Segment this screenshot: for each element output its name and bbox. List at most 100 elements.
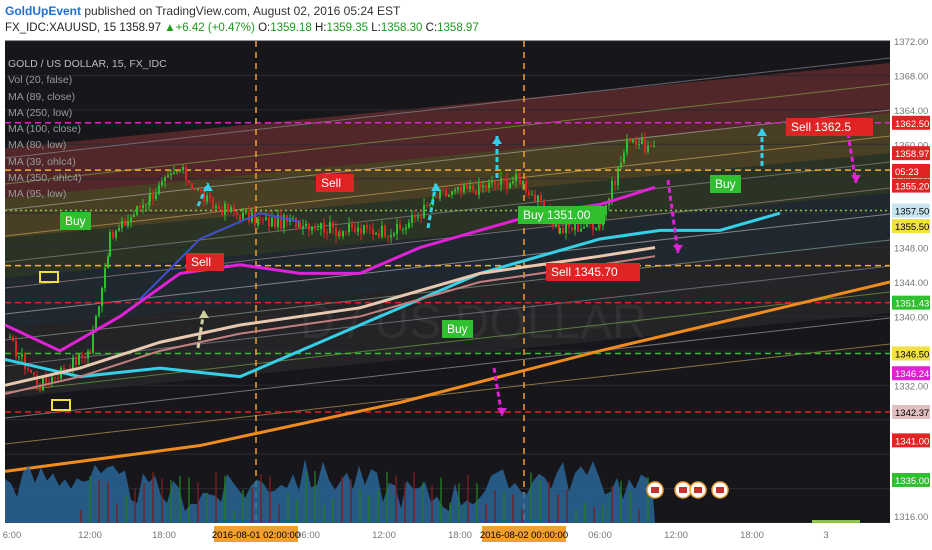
candle-body [475,190,477,195]
candle-body [448,194,450,197]
candle-body [98,306,100,316]
candle-body [408,222,410,228]
candle-body [188,180,190,184]
candle-body [426,204,428,206]
candle-body [562,227,564,234]
annotation-label: Sell 1345.70 [551,265,618,279]
candle-body [167,175,169,178]
candle-body [308,223,310,231]
candle-body [115,230,117,238]
candle-body [354,227,356,232]
candle-body [30,369,32,373]
close-label: C: [425,22,438,34]
candle-body [145,204,147,206]
candle-body [396,223,398,234]
candle-body [653,145,655,147]
candle-body [472,185,474,191]
candle-body [531,194,533,196]
candle-body [21,353,23,357]
candle-body [414,215,416,218]
price-label: 1355.50 [895,222,929,233]
candle-body [332,221,334,228]
candle-body [239,214,241,221]
candle-body [650,145,652,147]
candle-body [179,170,181,172]
candle-body [12,336,14,341]
low-value: 1358.30 [380,22,423,34]
candle-body [360,227,362,234]
candle-body [170,173,172,176]
legend-item: MA (95, low) [8,188,67,201]
candle-body [525,180,527,192]
candle-body [555,223,557,227]
candle-body [314,227,316,230]
candle-body [580,228,582,232]
candle-body [454,189,456,192]
candle-body [512,181,514,184]
candle-body [245,212,247,214]
y-tick-label: 1372.00 [894,38,928,48]
last-price: 1358.97 [119,22,161,34]
candle-body [230,207,232,213]
candle-body [638,144,640,146]
candle-body [451,191,453,195]
candle-body [311,227,313,231]
candle-body [139,205,141,209]
candle-body [497,184,499,186]
y-tick-label: 1332.00 [894,381,928,392]
candle-body [592,223,594,230]
price-label: 1346.24 [895,369,929,380]
candle-body [182,167,184,171]
candle-body [33,372,35,376]
candle-body [635,139,637,145]
price-label: 1357.50 [895,207,929,218]
candle-body [104,268,106,289]
candle-body [24,353,26,369]
candle-body [417,216,419,218]
price-label: 1351.43 [895,299,929,310]
price-label: 1362.50 [895,119,929,130]
x-tick-label: 12:00 [78,530,102,541]
candle-body [317,229,319,231]
candle-body [614,180,616,186]
price-label: 05:23 [895,167,919,178]
candle-body [9,336,11,338]
candle-body [457,187,459,190]
y-tick-label: 1316.00 [894,512,928,523]
x-tick-label: 3 [823,530,828,541]
candle-body [268,217,270,227]
legend-item: MA (89, close) [8,90,76,103]
volume-bar [314,471,316,532]
candle-body [500,178,502,185]
candle-body [488,182,490,189]
candle-body [109,232,111,257]
candle-body [605,205,607,216]
scroll-indicator [812,520,860,523]
candle-body [206,195,208,202]
price-label: 1346.50 [895,349,929,360]
candle-body [503,178,505,180]
x-tick-label: 06:00 [588,530,612,541]
author-link[interactable]: GoldUpEvent [5,4,81,18]
candle-body [15,340,17,357]
candle-body [84,357,86,359]
candle-body [326,232,328,234]
annotation-label: Buy [715,177,736,191]
price-label: 1358.97 [895,149,929,160]
legend-item: Vol (20, false) [8,74,73,87]
annotation-label: Sell [321,176,341,190]
flag-icon [716,487,724,493]
candle-body [121,220,123,228]
price-label: 1335.00 [895,476,929,487]
candle-body [509,183,511,189]
y-tick-label: 1348.00 [894,244,928,255]
candle-body [565,224,567,234]
y-axis: 1372.001368.001364.001360.001356.001352.… [890,38,932,550]
candle-body [540,195,542,201]
indicator-legend: GOLD / US DOLLAR, 15, FX_IDC Vol (20, fa… [8,56,167,203]
candle-body [620,162,622,168]
candle-body [191,183,193,189]
candle-body [632,139,634,142]
candle-body [271,217,273,227]
candle-body [75,357,77,365]
